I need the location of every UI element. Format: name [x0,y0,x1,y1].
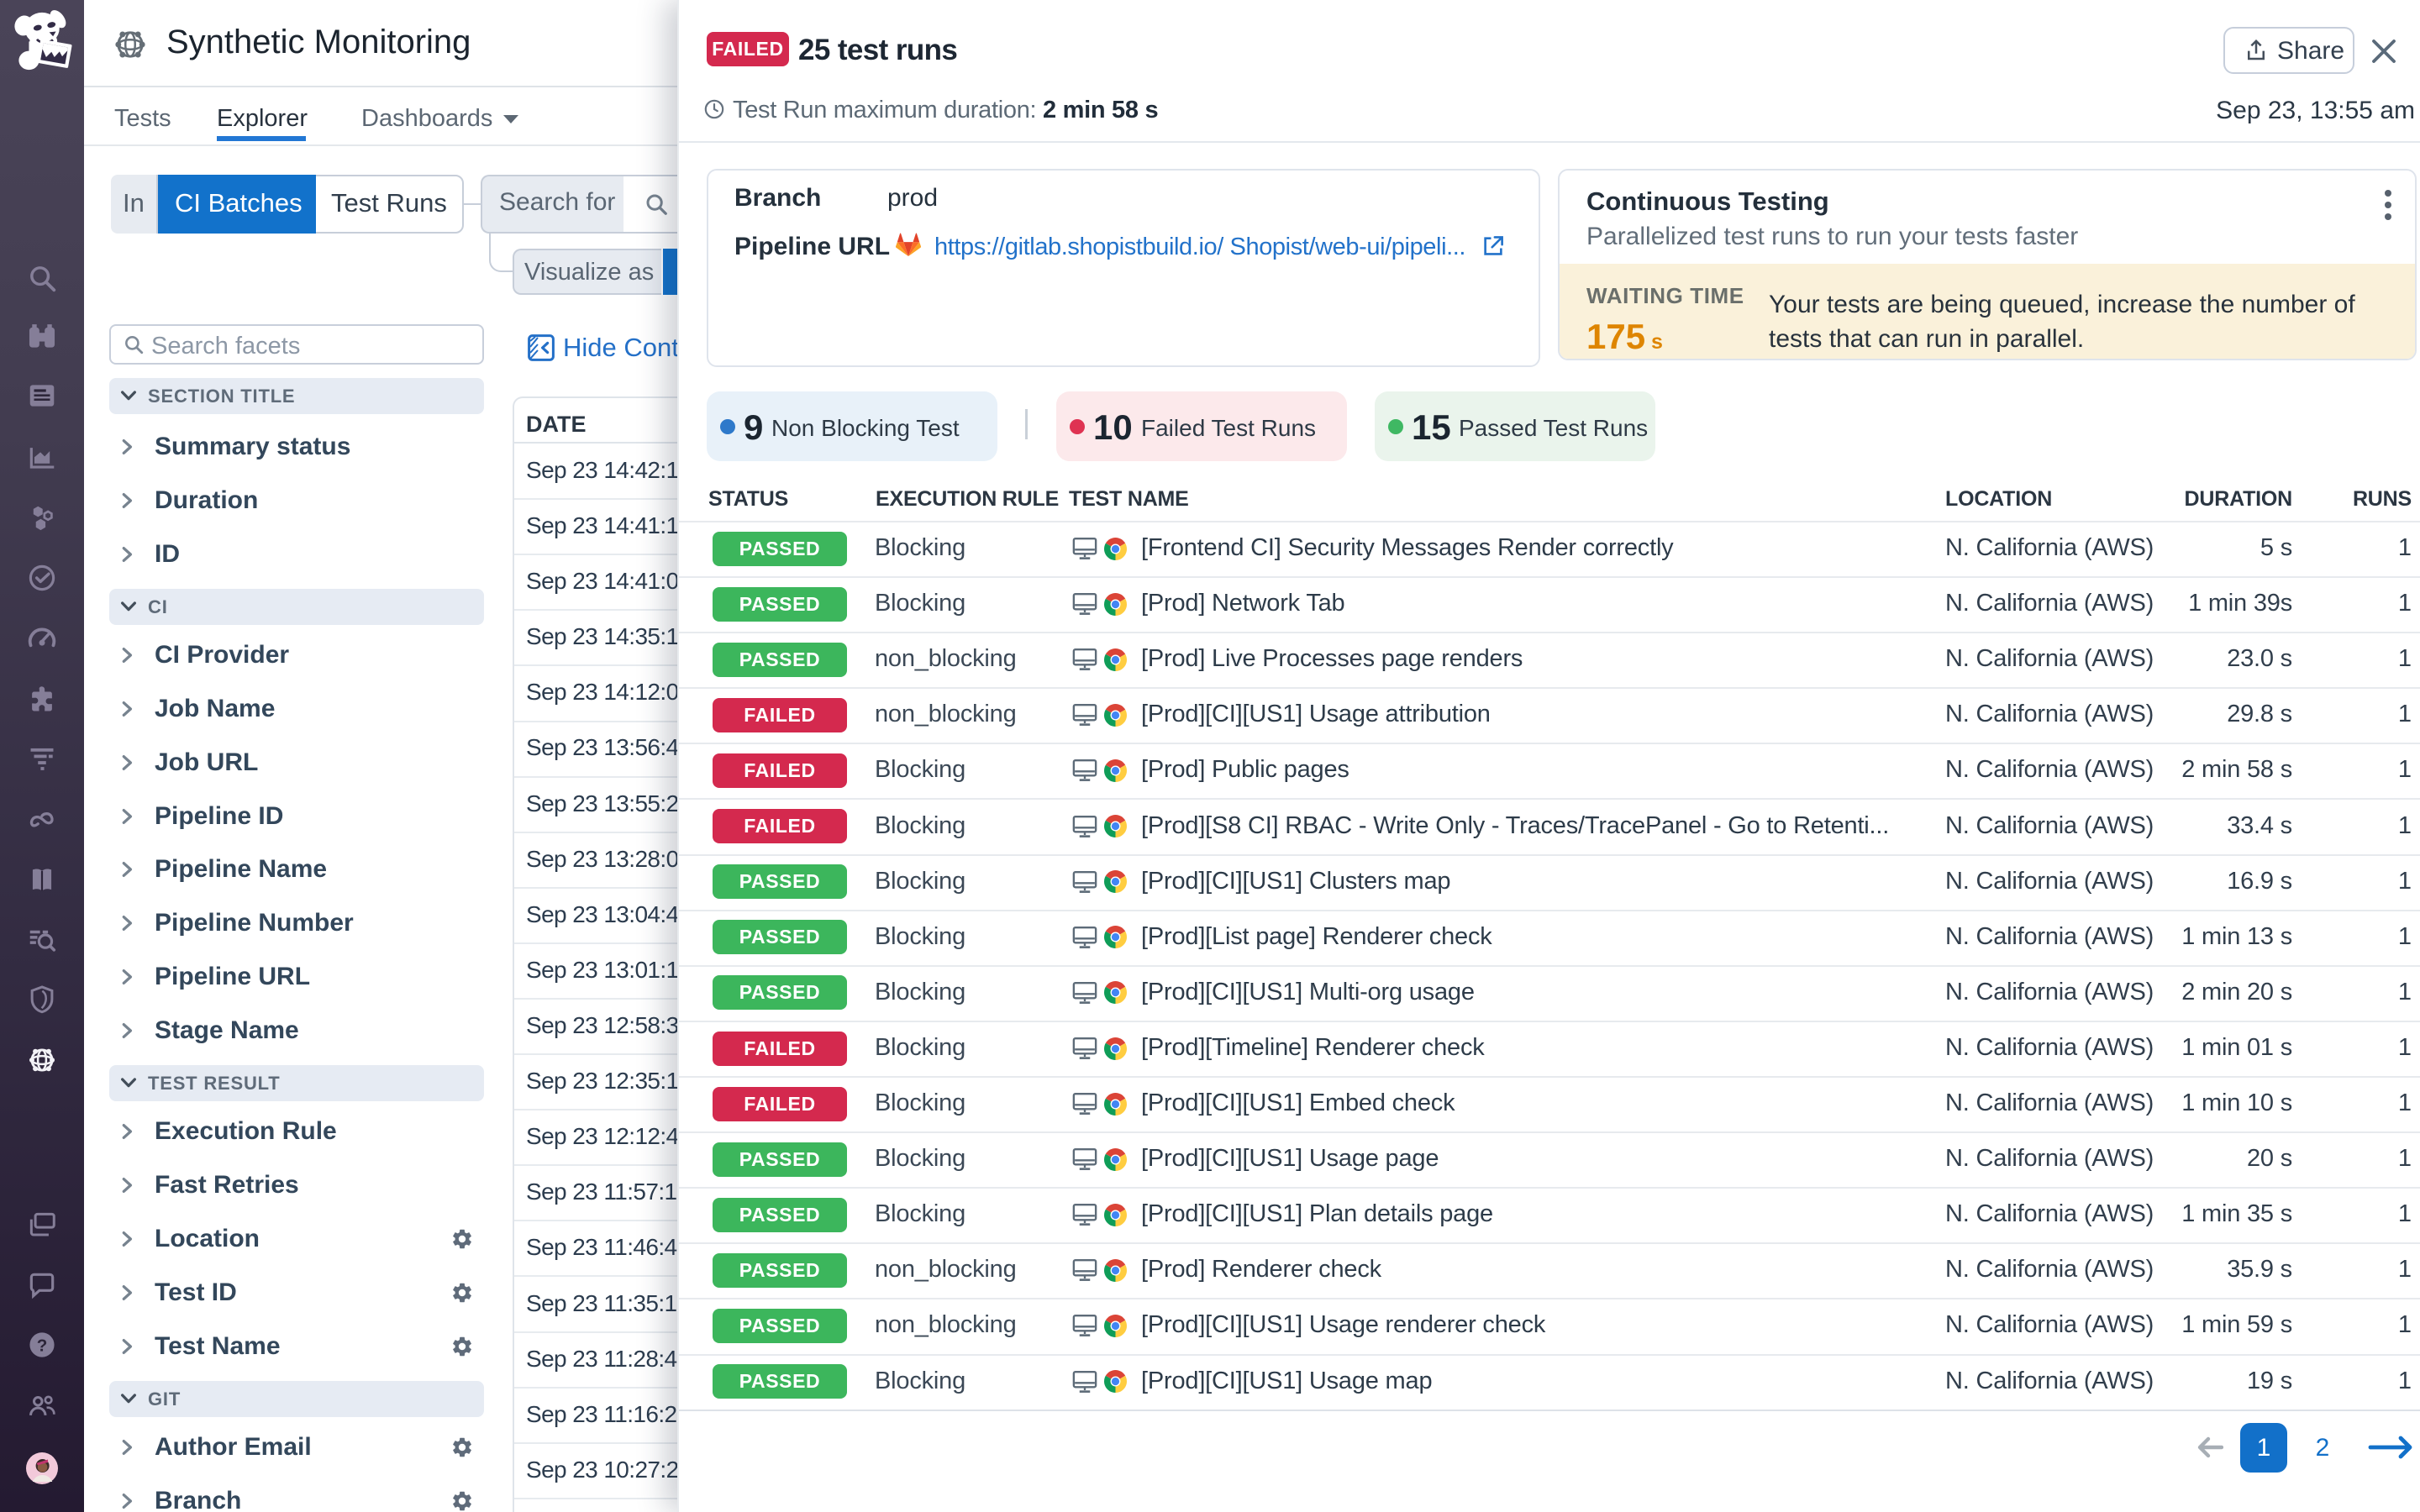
svg-text:?: ? [37,1336,48,1355]
